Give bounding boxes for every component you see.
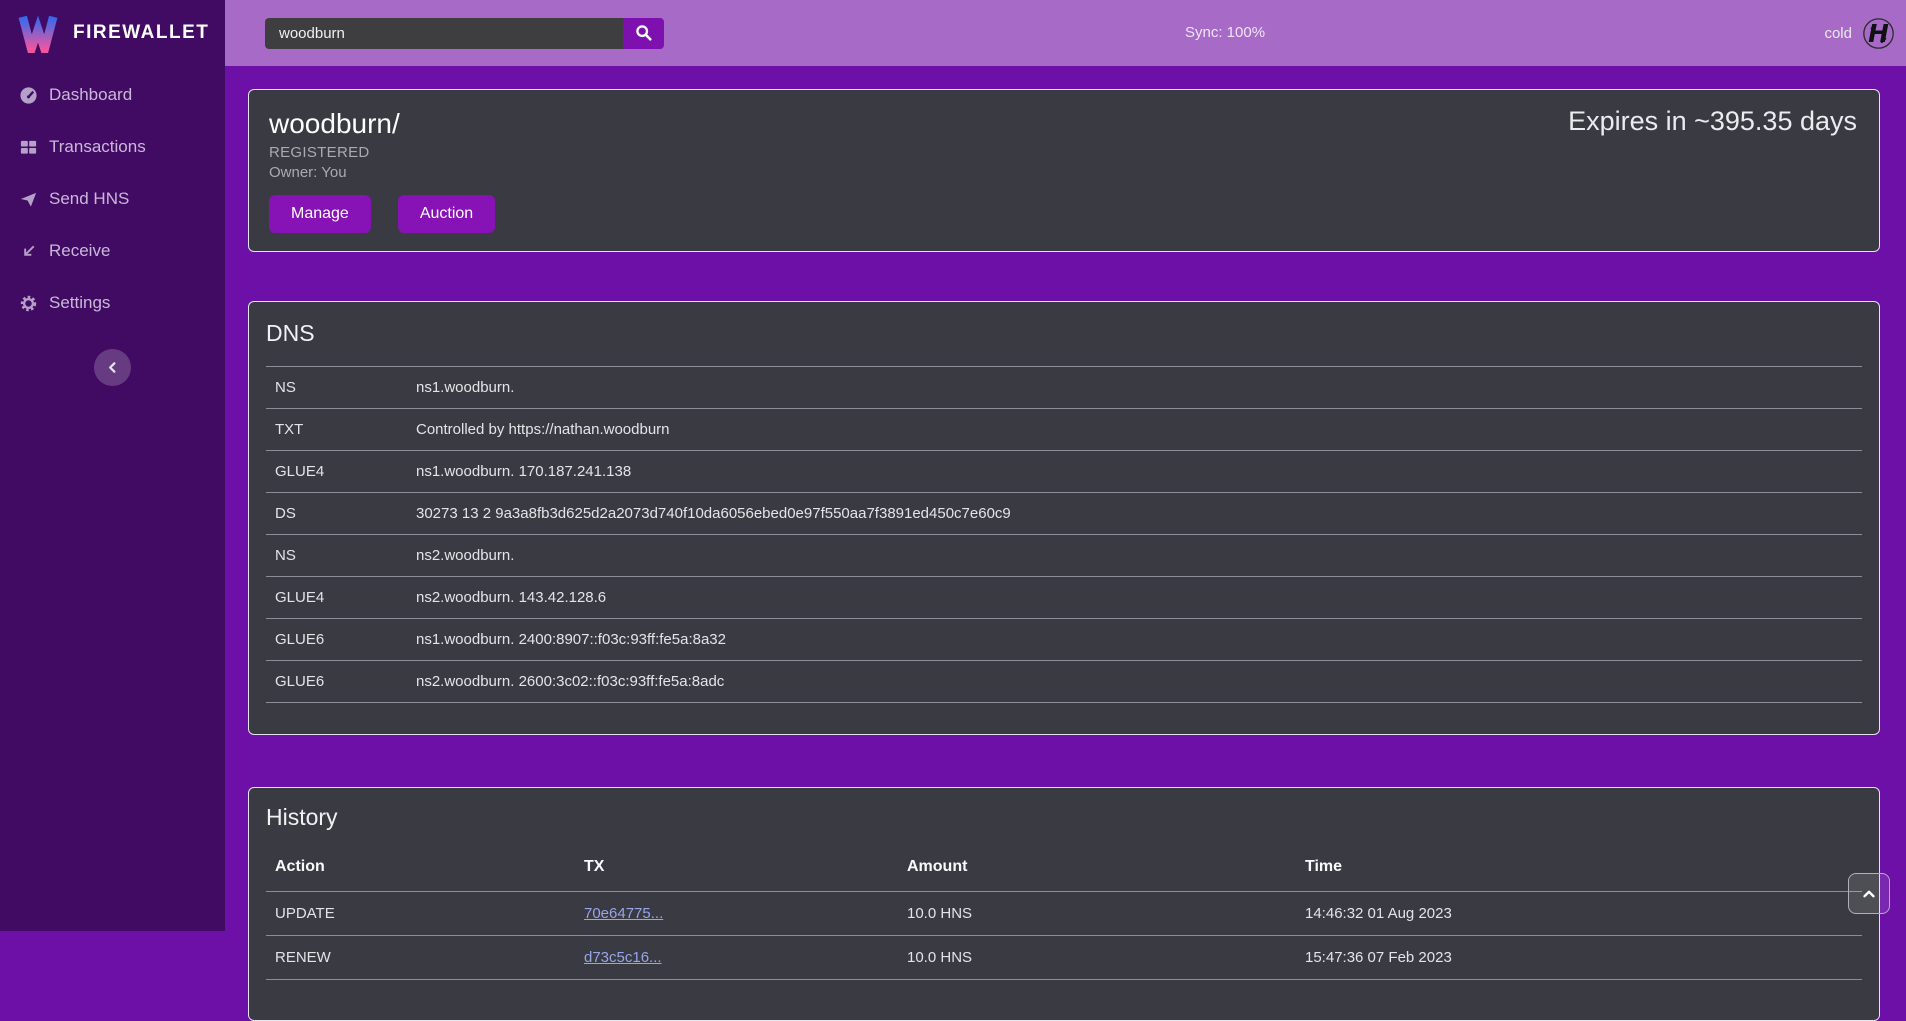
sidebar-item-label: Receive xyxy=(49,241,110,261)
sidebar-item-label: Settings xyxy=(49,293,110,313)
history-row: RENEW d73c5c16... 10.0 HNS 15:47:36 07 F… xyxy=(266,936,1862,980)
dns-record-row: GLUE4 ns1.woodburn. 170.187.241.138 xyxy=(266,451,1862,493)
wallet-name: cold xyxy=(1824,25,1852,42)
dns-record-type: GLUE4 xyxy=(275,463,416,480)
chevron-left-icon xyxy=(105,360,120,375)
history-row: UPDATE 70e64775... 10.0 HNS 14:46:32 01 … xyxy=(266,892,1862,936)
topbar: Sync: 100% cold H xyxy=(225,0,1906,66)
search-icon xyxy=(635,24,653,42)
scroll-to-top-button[interactable] xyxy=(1848,873,1890,914)
dns-record-value: ns1.woodburn. 170.187.241.138 xyxy=(416,463,1862,480)
expires-label: Expires in ~395.35 days xyxy=(1568,106,1857,137)
dns-record-row: TXT Controlled by https://nathan.woodbur… xyxy=(266,409,1862,451)
sync-status: Sync: 100% xyxy=(1185,0,1265,66)
tx-link[interactable]: d73c5c16... xyxy=(584,949,662,966)
dns-record-row: GLUE4 ns2.woodburn. 143.42.128.6 xyxy=(266,577,1862,619)
search-group xyxy=(265,18,664,49)
arrow-down-left-icon xyxy=(19,242,38,261)
history-time-cell: 14:46:32 01 Aug 2023 xyxy=(1305,905,1862,922)
gear-icon xyxy=(19,294,38,313)
history-amount-cell: 10.0 HNS xyxy=(907,905,1305,922)
paper-plane-icon xyxy=(19,190,38,209)
table-icon xyxy=(19,138,38,157)
sidebar: FIREWALLET Dashboard Transactions Send H… xyxy=(0,0,225,931)
sidebar-item-settings[interactable]: Settings xyxy=(0,277,225,329)
history-col-tx: TX xyxy=(584,858,907,876)
sidebar-nav: Dashboard Transactions Send HNS Receive … xyxy=(0,66,225,329)
main-content: woodburn/ REGISTERED Owner: You Manage A… xyxy=(225,66,1906,1021)
dns-record-row: NS ns2.woodburn. xyxy=(266,535,1862,577)
dns-record-value: ns1.woodburn. 2400:8907::f03c:93ff:fe5a:… xyxy=(416,631,1862,648)
dns-record-value: ns2.woodburn. 143.42.128.6 xyxy=(416,589,1862,606)
handshake-logo-icon[interactable]: H xyxy=(1862,17,1895,50)
history-card: History Action TX Amount Time UPDATE 70e… xyxy=(248,787,1880,1021)
sidebar-item-label: Send HNS xyxy=(49,189,129,209)
dns-records: NS ns1.woodburn. TXT Controlled by https… xyxy=(266,366,1862,703)
wallet-indicator: cold H xyxy=(1824,17,1906,50)
dns-record-row: GLUE6 ns2.woodburn. 2600:3c02::f03c:93ff… xyxy=(266,661,1862,703)
dns-card: DNS NS ns1.woodburn. TXT Controlled by h… xyxy=(248,301,1880,735)
dns-record-value: Controlled by https://nathan.woodburn xyxy=(416,421,1862,438)
sidebar-collapse-button[interactable] xyxy=(94,349,131,386)
dns-record-type: GLUE6 xyxy=(275,673,416,690)
tx-link[interactable]: 70e64775... xyxy=(584,905,663,922)
chevron-up-icon xyxy=(1860,885,1878,903)
dns-record-type: NS xyxy=(275,547,416,564)
dns-record-value: ns1.woodburn. xyxy=(416,379,1862,396)
domain-owner: Owner: You xyxy=(269,164,1859,181)
history-col-time: Time xyxy=(1305,858,1862,876)
history-rows: UPDATE 70e64775... 10.0 HNS 14:46:32 01 … xyxy=(266,892,1862,980)
dns-record-value: ns2.woodburn. 2600:3c02::f03c:93ff:fe5a:… xyxy=(416,673,1862,690)
dns-record-value: ns2.woodburn. xyxy=(416,547,1862,564)
sidebar-item-dashboard[interactable]: Dashboard xyxy=(0,69,225,121)
sidebar-item-transactions[interactable]: Transactions xyxy=(0,121,225,173)
history-header-row: Action TX Amount Time xyxy=(266,850,1862,892)
dns-record-type: TXT xyxy=(275,421,416,438)
sidebar-item-send-hns[interactable]: Send HNS xyxy=(0,173,225,225)
sidebar-item-label: Transactions xyxy=(49,137,146,157)
search-input[interactable] xyxy=(265,18,623,49)
history-col-action: Action xyxy=(275,858,584,876)
history-action-cell: RENEW xyxy=(275,949,584,966)
history-title: History xyxy=(266,804,1862,831)
svg-text:H: H xyxy=(1868,18,1889,47)
domain-card: woodburn/ REGISTERED Owner: You Manage A… xyxy=(248,89,1880,252)
brand: FIREWALLET xyxy=(0,0,225,66)
dns-record-row: GLUE6 ns1.woodburn. 2400:8907::f03c:93ff… xyxy=(266,619,1862,661)
history-amount-cell: 10.0 HNS xyxy=(907,949,1305,966)
brand-name: FIREWALLET xyxy=(73,22,209,44)
dns-record-type: DS xyxy=(275,505,416,522)
search-button[interactable] xyxy=(623,18,664,49)
history-col-amount: Amount xyxy=(907,858,1305,876)
speedometer-icon xyxy=(19,86,38,105)
manage-button[interactable]: Manage xyxy=(269,195,371,233)
dns-record-row: NS ns1.woodburn. xyxy=(266,367,1862,409)
auction-button[interactable]: Auction xyxy=(398,195,495,233)
sidebar-item-label: Dashboard xyxy=(49,85,132,105)
sidebar-item-receive[interactable]: Receive xyxy=(0,225,225,277)
dns-record-type: GLUE6 xyxy=(275,631,416,648)
domain-status: REGISTERED xyxy=(269,144,1859,161)
dns-title: DNS xyxy=(266,320,1862,347)
dns-record-type: GLUE4 xyxy=(275,589,416,606)
firewallet-logo-icon xyxy=(16,13,60,53)
dns-record-row: DS 30273 13 2 9a3a8fb3d625d2a2073d740f10… xyxy=(266,493,1862,535)
dns-record-value: 30273 13 2 9a3a8fb3d625d2a2073d740f10da6… xyxy=(416,505,1862,522)
history-time-cell: 15:47:36 07 Feb 2023 xyxy=(1305,949,1862,966)
dns-record-type: NS xyxy=(275,379,416,396)
history-action-cell: UPDATE xyxy=(275,905,584,922)
